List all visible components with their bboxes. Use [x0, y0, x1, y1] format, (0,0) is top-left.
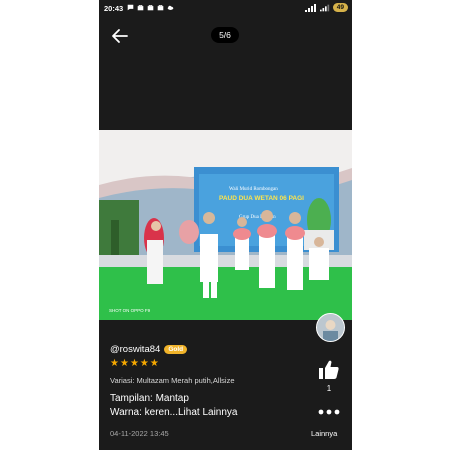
child-figure	[144, 218, 164, 284]
variant-label: Variasi: Multazam Merah putih,Allsize	[110, 376, 235, 385]
battery-indicator: 49	[332, 3, 348, 12]
star-icon: ★	[119, 358, 129, 369]
star-icon: ★	[139, 358, 149, 369]
avatar[interactable]	[316, 313, 345, 342]
reviewer-username[interactable]: @roswita84	[110, 344, 160, 355]
review-line: Tampilan: Mantap	[110, 393, 189, 404]
system-status: 49	[304, 3, 348, 12]
review-photo[interactable]: Wali Murid Rombongan PAUD DUA WETAN 06 P…	[99, 130, 352, 320]
star-icon: ★	[110, 358, 119, 369]
more-options-label[interactable]: Lainnya	[311, 429, 337, 438]
photo-watermark: SHOT ON OPPO F9	[109, 308, 151, 313]
star-icon: ★	[129, 358, 139, 369]
banner-line: PAUD DUA WETAN 06 PAGI	[219, 195, 304, 202]
review-date: 04-11-2022 13:45	[110, 429, 169, 438]
star-icon: ★	[149, 358, 159, 369]
image-counter: 5/6	[211, 27, 239, 43]
review-text[interactable]: Tampilan: Mantap Warna: keren...Lihat La…	[110, 392, 237, 420]
bag-icon	[157, 5, 164, 11]
star-rating: ★ ★ ★ ★ ★	[110, 359, 159, 369]
cloud-icon	[167, 5, 174, 10]
reviewer-info: @roswita84 Gold	[110, 344, 188, 355]
signal-icon	[304, 3, 316, 12]
chat-bubble-icon	[127, 4, 134, 11]
bag-icon	[137, 5, 144, 11]
more-options-icon[interactable]	[317, 406, 341, 418]
review-media-viewer: 20:43 49 5/6 Wali Murid Rombongan PAUD D…	[99, 0, 352, 450]
thumbs-up-icon[interactable]	[318, 359, 340, 381]
membership-badge: Gold	[164, 345, 188, 354]
like-count: 1	[326, 384, 332, 393]
review-line: Warna: keren...Lihat Lainnya	[110, 407, 238, 418]
banner-line: Wali Murid Rombongan	[229, 187, 278, 192]
bag-icon	[147, 5, 154, 11]
back-arrow-icon[interactable]	[110, 26, 130, 46]
notification-icons	[127, 4, 174, 11]
status-bar: 20:43 49	[99, 0, 352, 16]
signal-icon	[319, 4, 329, 11]
status-time: 20:43	[104, 4, 124, 13]
